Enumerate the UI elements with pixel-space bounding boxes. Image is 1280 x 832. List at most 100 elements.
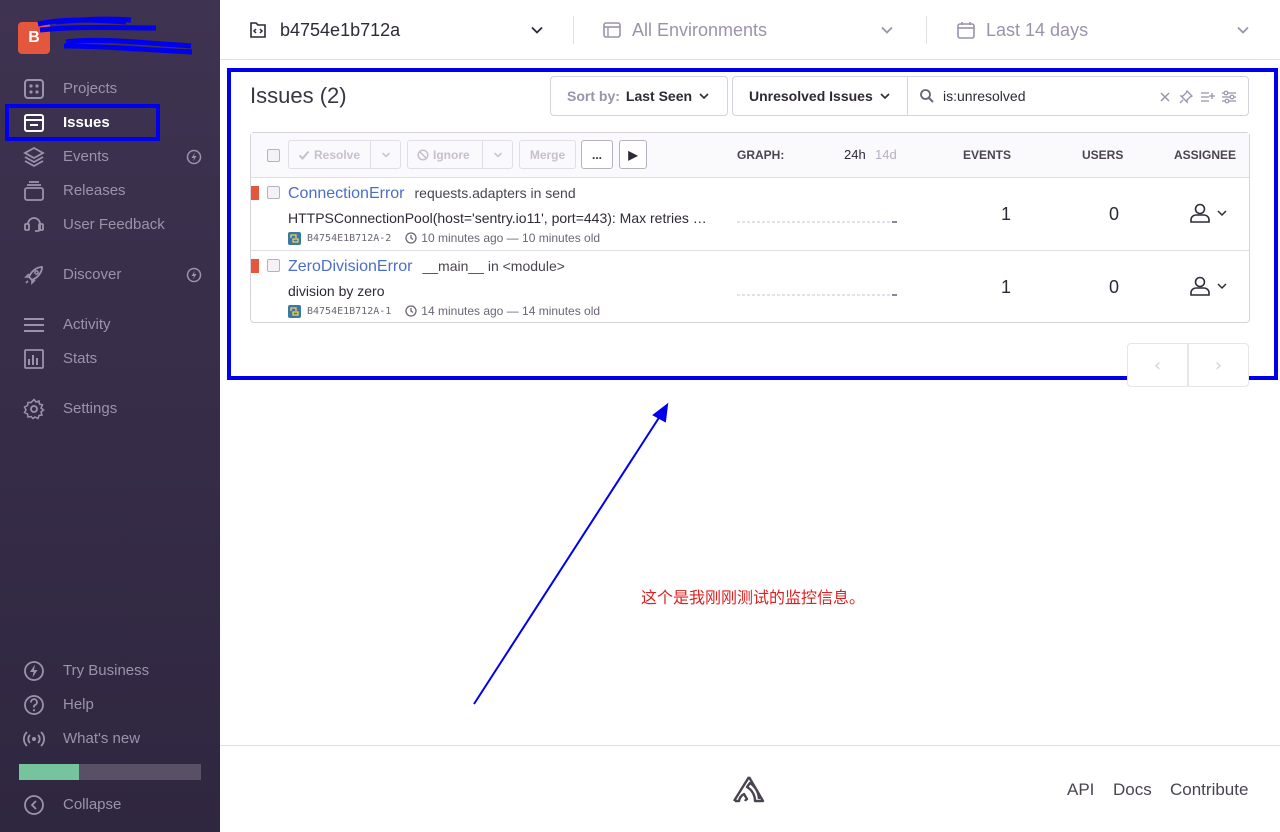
- filter-settings-icon[interactable]: [1221, 90, 1237, 104]
- sort-dropdown[interactable]: Sort by: Last Seen: [550, 76, 728, 116]
- sidebar-item-settings[interactable]: Settings: [0, 391, 220, 425]
- clear-icon[interactable]: [1159, 91, 1171, 103]
- events-count: 1: [1001, 204, 1012, 224]
- business-feature-icon: [186, 267, 202, 283]
- row-checkbox[interactable]: [267, 259, 280, 272]
- issue-title-link[interactable]: ZeroDivisionError __main__ in <module>: [288, 258, 565, 276]
- ignore-dropdown[interactable]: [482, 140, 513, 169]
- row-checkbox[interactable]: [267, 186, 280, 199]
- sidebar-item-whats-new[interactable]: What's new: [0, 721, 220, 755]
- issue-title-link[interactable]: ConnectionError requests.adapters in send: [288, 185, 576, 203]
- issue-title[interactable]: ConnectionError: [288, 185, 405, 202]
- error-level-indicator: [251, 186, 259, 200]
- graph-header: GRAPH:: [737, 148, 785, 162]
- sidebar-item-label: Releases: [63, 181, 126, 199]
- issue-message: division by zero: [288, 283, 385, 299]
- sidebar-item-label: What's new: [63, 729, 141, 747]
- date-range-label: Last 14 days: [986, 19, 1089, 40]
- issue-message: HTTPSConnectionPool(host='sentry.io11', …: [288, 210, 713, 226]
- chevron-down-icon: [1217, 210, 1227, 217]
- graph-14d-toggle[interactable]: 14d: [875, 147, 897, 162]
- issue-culprit: requests.adapters in send: [414, 185, 576, 201]
- global-selection-header: b4754e1b712a All Environments Last 14 da…: [220, 0, 1280, 60]
- ignore-button[interactable]: Ignore: [407, 140, 483, 169]
- users-count: 0: [1109, 204, 1120, 224]
- environment-icon: [603, 22, 621, 38]
- footer-link-contribute[interactable]: Contribute: [1170, 780, 1248, 800]
- ignore-icon: [417, 148, 429, 161]
- add-to-list-icon[interactable]: [1200, 90, 1216, 104]
- lightning-icon: [23, 660, 45, 682]
- project-selector[interactable]: b4754e1b712a: [248, 0, 544, 60]
- sidebar-item-try-business[interactable]: Try Business: [0, 653, 220, 687]
- chevron-down-icon: [531, 26, 543, 34]
- chevron-down-icon: [1237, 26, 1249, 34]
- more-actions-button[interactable]: ...: [581, 140, 613, 169]
- more-label: ...: [591, 147, 602, 162]
- python-icon: [288, 304, 301, 318]
- sidebar-item-label: Help: [63, 695, 94, 713]
- clock-icon: [405, 305, 417, 317]
- assignee-header: ASSIGNEE: [1174, 148, 1237, 162]
- sidebar-item-label: Activity: [63, 315, 111, 333]
- redaction-scribble: [37, 16, 193, 55]
- saved-search-dropdown[interactable]: Unresolved Issues: [732, 76, 908, 116]
- resolve-label: Resolve: [314, 147, 361, 162]
- chevron-down-icon: [880, 93, 890, 100]
- sidebar-item-label: Try Business: [63, 661, 150, 679]
- table-row[interactable]: ConnectionError requests.adapters in send…: [251, 178, 1249, 250]
- footer-link-api[interactable]: API: [1067, 780, 1094, 800]
- users-header: USERS: [1082, 148, 1124, 162]
- clock-icon: [405, 232, 417, 244]
- sentry-logo-icon: [732, 776, 765, 803]
- issues-highlight-box: [5, 104, 160, 141]
- resolve-dropdown[interactable]: [370, 140, 401, 169]
- header-divider: [926, 16, 927, 44]
- date-range-selector[interactable]: Last 14 days: [956, 0, 1250, 60]
- chevron-down-icon: [493, 151, 502, 158]
- sidebar-item-label: Collapse: [63, 795, 122, 813]
- search-input[interactable]: is:unresolved: [943, 88, 1026, 104]
- issue-title[interactable]: ZeroDivisionError: [288, 258, 412, 275]
- events-header: EVENTS: [963, 148, 1012, 162]
- issue-meta: B4754E1B712A-1 14 minutes ago — 14 minut…: [288, 304, 600, 318]
- prev-page-button[interactable]: ‹: [1127, 343, 1188, 387]
- pin-icon[interactable]: [1179, 90, 1193, 104]
- merge-button[interactable]: Merge: [519, 140, 576, 169]
- graph-24h-toggle[interactable]: 24h: [844, 147, 866, 162]
- user-icon: [1190, 203, 1210, 223]
- select-all-checkbox[interactable]: [267, 149, 280, 162]
- resolve-button[interactable]: Resolve: [288, 140, 371, 169]
- issue-short-id[interactable]: B4754E1B712A-2: [307, 233, 391, 244]
- environment-selector[interactable]: All Environments: [602, 0, 894, 60]
- chevron-left-icon: ‹: [1153, 354, 1162, 376]
- sidebar-item-help[interactable]: Help: [0, 687, 220, 721]
- sidebar-item-user-feedback[interactable]: User Feedback: [0, 207, 220, 241]
- events-count: 1: [1001, 277, 1012, 297]
- next-page-button[interactable]: ›: [1188, 343, 1249, 387]
- realtime-play-button[interactable]: ▶: [619, 140, 647, 169]
- issue-timestamp: 10 minutes ago — 10 minutes old: [421, 231, 601, 245]
- footer-link-docs[interactable]: Docs: [1113, 780, 1152, 800]
- sidebar-item-stats[interactable]: Stats: [0, 341, 220, 375]
- assignee-selector[interactable]: [1189, 275, 1228, 297]
- sidebar-item-collapse[interactable]: Collapse: [0, 787, 220, 821]
- environment-name: All Environments: [632, 19, 768, 40]
- issue-meta: B4754E1B712A-2 10 minutes ago — 10 minut…: [288, 231, 600, 245]
- issue-timestamp: 14 minutes ago — 14 minutes old: [421, 304, 601, 318]
- sidebar-item-releases[interactable]: Releases: [0, 173, 220, 207]
- calendar-icon: [957, 22, 975, 39]
- chevron-down-icon: [1217, 283, 1227, 290]
- play-icon: ▶: [628, 147, 638, 162]
- sidebar-item-discover[interactable]: Discover: [0, 257, 220, 291]
- search-bar[interactable]: is:unresolved: [907, 76, 1249, 116]
- sidebar-item-projects[interactable]: Projects: [0, 71, 220, 105]
- table-row[interactable]: ZeroDivisionError __main__ in <module> di…: [251, 250, 1249, 322]
- sidebar-item-activity[interactable]: Activity: [0, 307, 220, 341]
- assignee-selector[interactable]: [1189, 202, 1228, 224]
- annotation-note: 这个是我刚刚测试的监控信息。: [641, 588, 866, 607]
- sidebar-item-events[interactable]: Events: [0, 139, 220, 173]
- chevron-down-icon: [881, 26, 893, 34]
- search-icon: [920, 89, 934, 103]
- issue-short-id[interactable]: B4754E1B712A-1: [307, 306, 391, 317]
